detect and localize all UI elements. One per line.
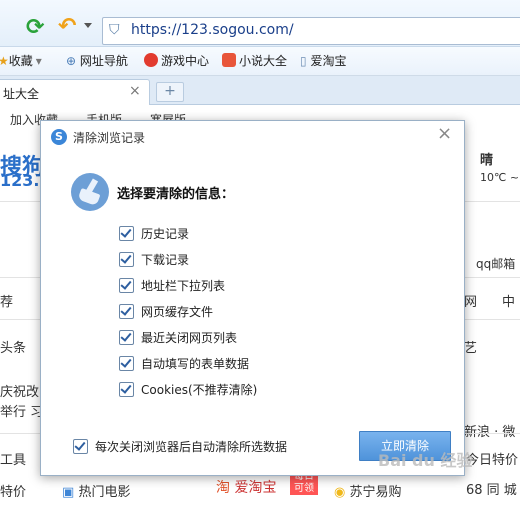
tab-title: 址大全 <box>3 87 40 101</box>
bookmark-novels[interactable]: 小说大全 <box>222 53 287 69</box>
right-item-5[interactable]: 68 同 城 <box>466 479 517 498</box>
recently-closed-checkbox[interactable] <box>119 330 134 345</box>
globe-icon: ⊕ <box>66 54 77 68</box>
auto-clear-checkbox[interactable] <box>73 439 88 454</box>
suning-link[interactable]: ◉ 苏宁易购 <box>334 481 402 500</box>
tab-active[interactable]: 址大全 × <box>0 79 150 105</box>
right-item-3[interactable]: 新浪 · 微 <box>464 421 515 440</box>
bookmark-favorites[interactable]: ★收藏 ▾ <box>0 53 42 69</box>
email-link[interactable]: qq邮箱 <box>476 255 515 272</box>
history-checkbox[interactable] <box>119 226 134 241</box>
form-data-checkbox[interactable] <box>119 356 134 371</box>
right-item-0[interactable]: 网 <box>464 291 477 310</box>
dialog-title: 清除浏览记录 <box>73 131 146 145</box>
address-bar[interactable]: ⛉ https://123.sogou.com/ <box>102 17 520 45</box>
left-item-2[interactable]: 庆祝改 <box>0 381 39 400</box>
downloads-checkbox[interactable] <box>119 252 134 267</box>
bookmark-games[interactable]: 游戏中心 <box>144 53 209 69</box>
cookies-checkbox[interactable] <box>119 382 134 397</box>
page-icon: ▯ <box>300 54 307 68</box>
refresh-icon[interactable]: ⟳ <box>26 17 48 39</box>
address-bar-list-checkbox[interactable] <box>119 278 134 293</box>
suning-icon: ◉ <box>334 485 346 500</box>
right-item-1[interactable]: 中 <box>502 291 515 310</box>
dialog-heading: 选择要清除的信息： <box>117 187 235 202</box>
close-icon[interactable]: × <box>437 125 453 143</box>
clear-history-dialog: S 清除浏览记录 × 选择要清除的信息： 历史记录 下载记录 地址栏下拉列表 网… <box>40 120 465 476</box>
bookmarks-bar: ★收藏 ▾ ⊕ 网址导航 游戏中心 小说大全 ▯ 爱淘宝 <box>0 47 520 76</box>
chevron-down-icon[interactable] <box>84 23 92 28</box>
chevron-down-icon: ▾ <box>35 54 42 68</box>
new-tab-button[interactable]: + <box>156 82 184 102</box>
star-icon: ★ <box>0 54 9 68</box>
game-center-icon <box>144 53 158 67</box>
ai-taobao-link[interactable]: 淘 爱淘宝 <box>216 477 276 497</box>
bookmark-taobao[interactable]: ▯ 爱淘宝 <box>300 53 346 69</box>
bookmark-nav[interactable]: ⊕ 网址导航 <box>66 53 128 69</box>
url-text[interactable]: https://123.sogou.com/ <box>131 22 294 38</box>
weather-temp: 10℃ ~ <box>480 171 520 184</box>
weather-day: 晴 <box>480 153 494 168</box>
shield-icon: ⛉ <box>109 22 120 38</box>
cache-checkbox[interactable] <box>119 304 134 319</box>
undo-icon[interactable]: ↶ <box>58 15 82 39</box>
novel-icon <box>222 53 236 67</box>
left-item-0[interactable]: 荐 <box>0 291 13 310</box>
hot-movies-link[interactable]: ▣ 热门电影 <box>62 481 130 500</box>
right-item-4[interactable]: 今日特价 <box>466 449 518 468</box>
left-item-4[interactable]: 工具 <box>0 449 26 468</box>
video-icon: ▣ <box>62 485 75 500</box>
left-item-5[interactable]: 特价 <box>0 481 26 500</box>
sogou-logo-icon: S <box>51 129 67 145</box>
left-item-3[interactable]: 举行 习 <box>0 401 43 420</box>
close-icon[interactable]: × <box>129 83 141 99</box>
left-item-1[interactable]: 头条 <box>0 337 26 356</box>
tab-bar: 址大全 × + <box>0 76 520 105</box>
baidu-watermark: Bai du 经验 <box>378 451 473 470</box>
right-item-2[interactable]: 艺 <box>464 337 477 356</box>
taobao-icon: 淘 <box>216 480 230 496</box>
browser-toolbar: ⟳ ↶ ⛉ https://123.sogou.com/ <box>0 0 520 47</box>
